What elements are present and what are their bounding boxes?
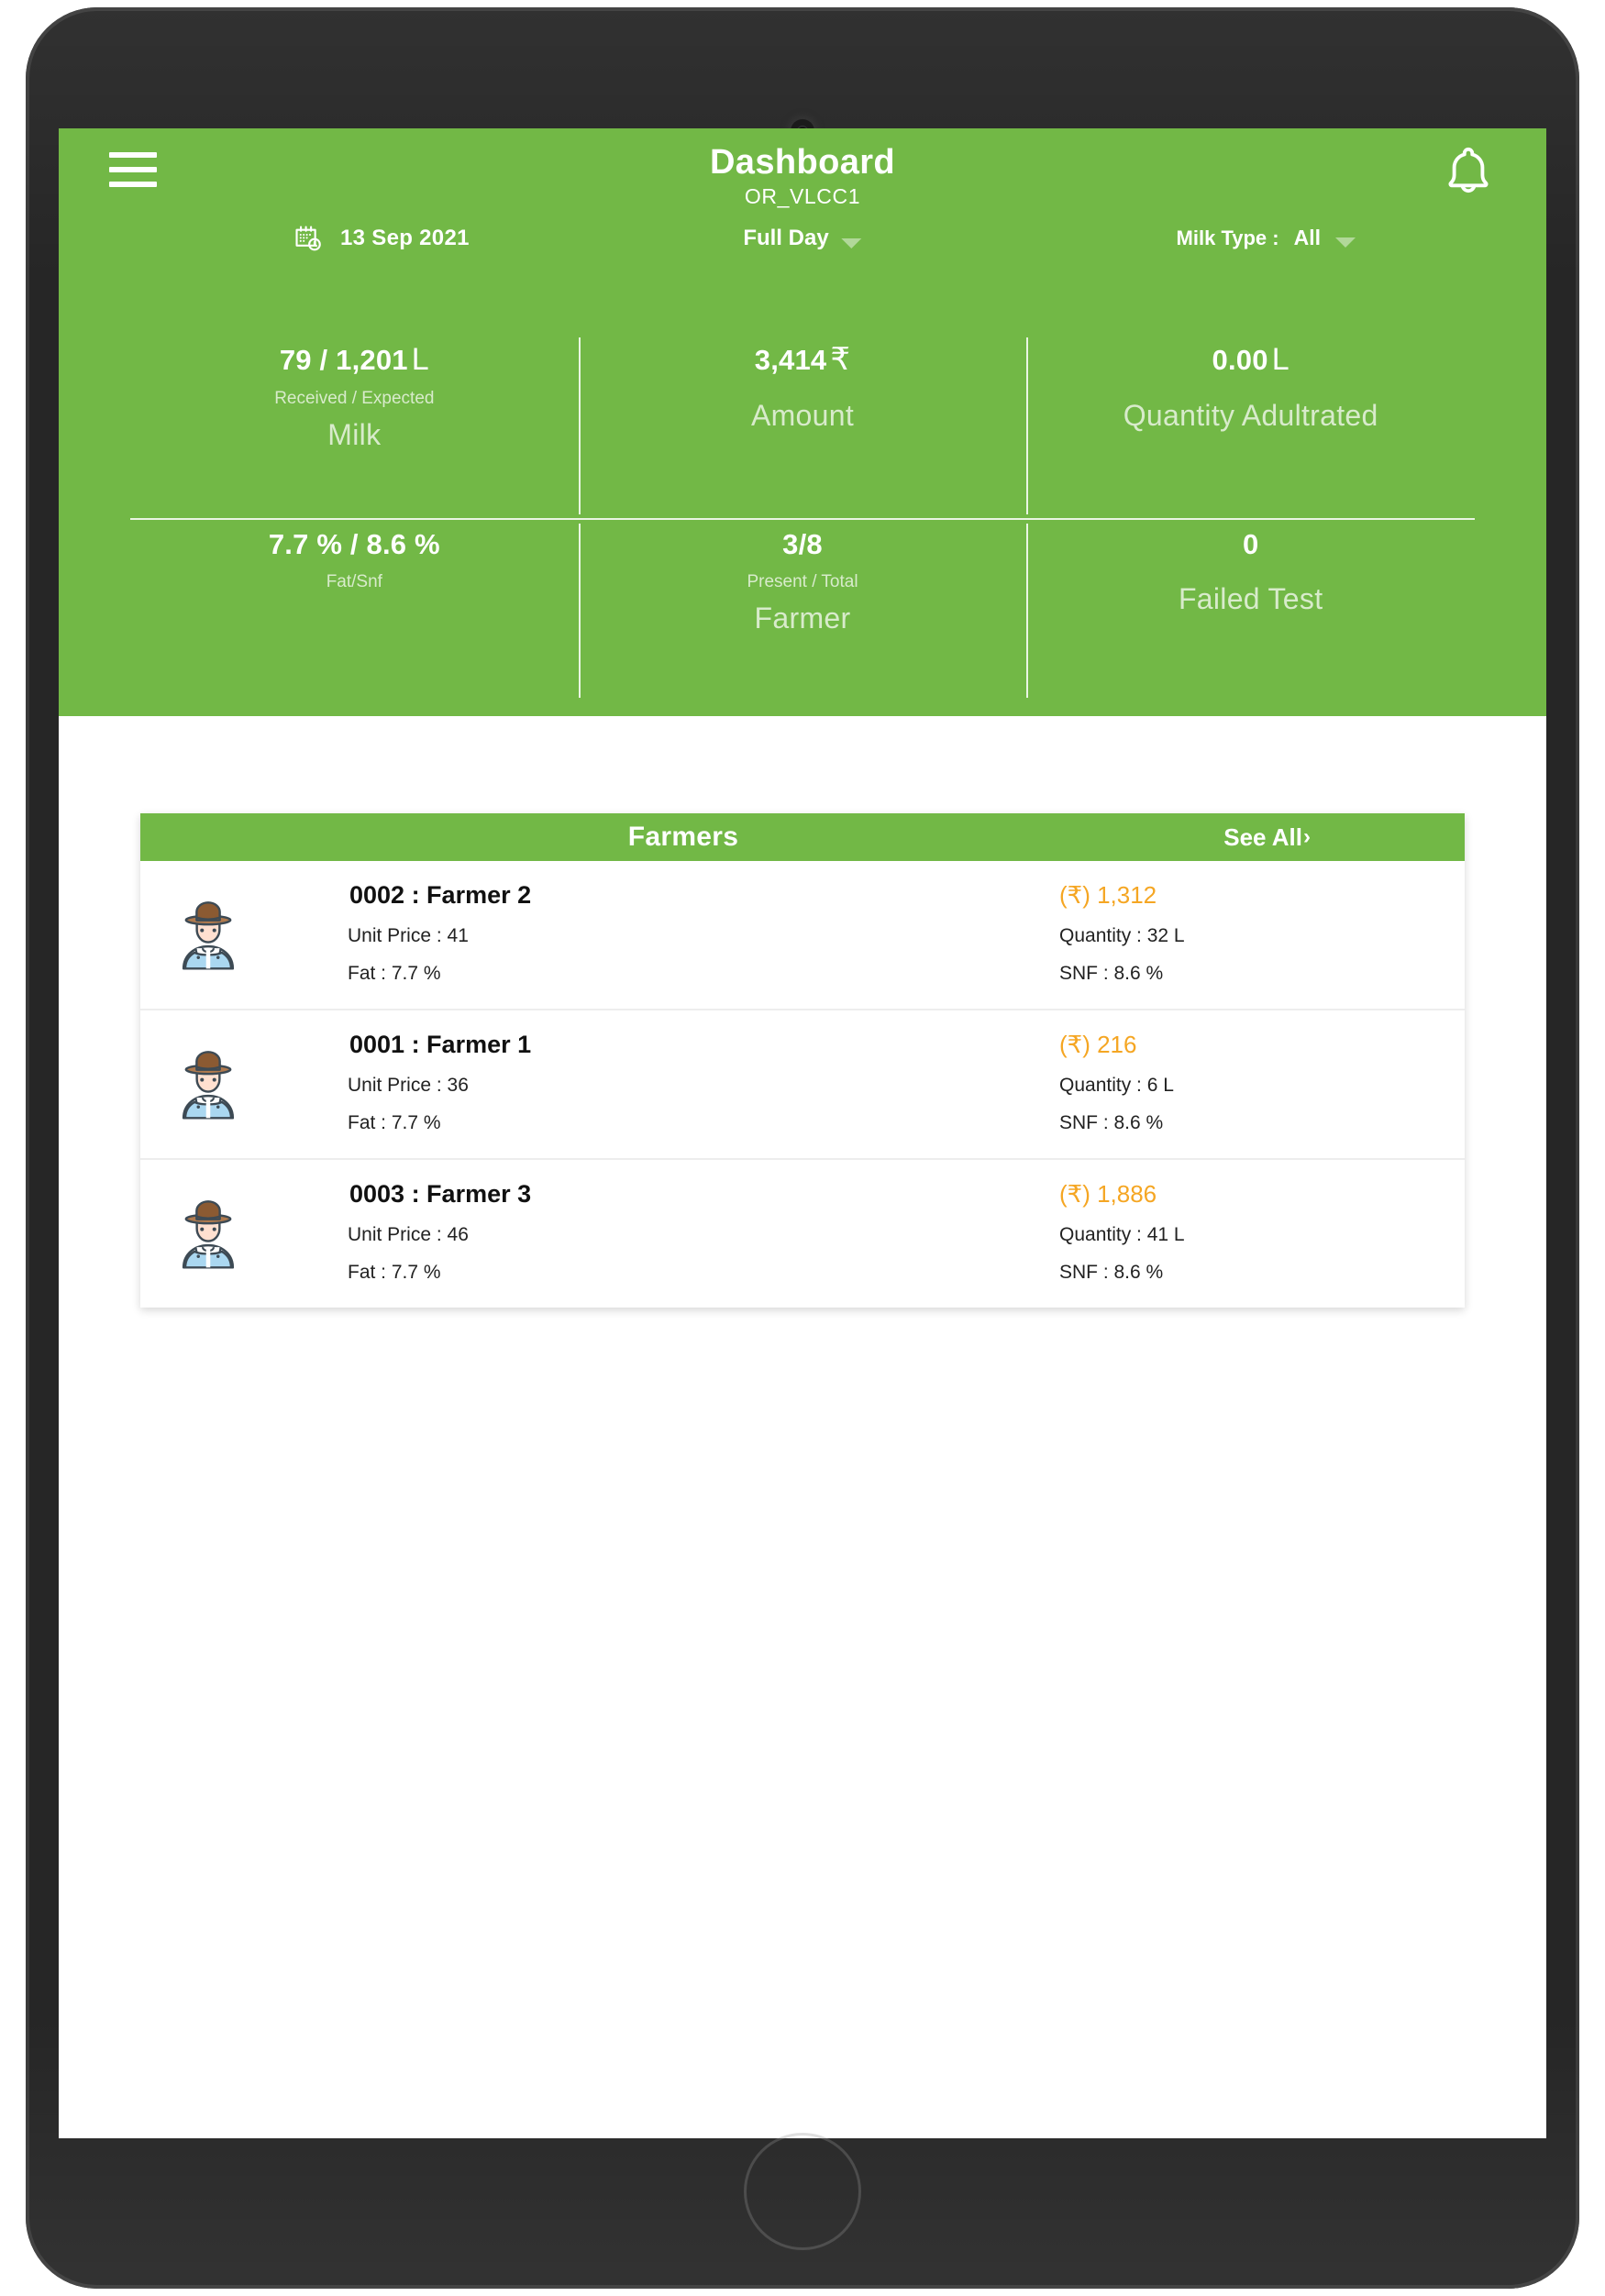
milk-type-filter-dropdown[interactable]: Milk Type : All <box>1177 226 1356 250</box>
see-all-label: See All <box>1223 822 1302 851</box>
farmer-name: 0002 : Farmer 2 <box>349 881 532 909</box>
stat-farmer-value: 3/8 <box>782 527 823 560</box>
farmer-avatar-icon <box>140 1180 258 1270</box>
chevron-down-icon <box>841 237 862 248</box>
farmer-price-quantity-line: Unit Price : 46 Quantity : 41 L <box>258 1224 1454 1246</box>
farmer-fat: Fat : 7.7 % <box>348 1262 441 1283</box>
farmers-card-title: Farmers <box>627 822 739 852</box>
farmer-snf: SNF : 8.6 % <box>1059 1262 1164 1283</box>
page-subtitle: OR_VLCC1 <box>744 183 861 208</box>
stat-fat-snf-sub: Fat/Snf <box>326 571 382 591</box>
stat-amount-value: 3,414 ₹ <box>579 342 1027 377</box>
stat-adultrated-name: Quantity Adultrated <box>1123 399 1378 433</box>
farmer-topline: 0002 : Farmer 2 (₹) 1,312 <box>258 881 1454 910</box>
stat-fat-snf[interactable]: 7.7 % / 8.6 % Fat/Snf <box>130 520 579 702</box>
stat-milk-value: 79 / 1,201 L <box>130 342 579 377</box>
stat-failed-test-name: Failed Test <box>1178 581 1323 615</box>
stat-quantity-adultrated[interactable]: 0.00 L Quantity Adultrated <box>1026 334 1475 518</box>
milk-type-value: All <box>1293 226 1321 249</box>
calendar-clock-icon <box>295 226 321 251</box>
farmer-fat: Fat : 7.7 % <box>348 1112 441 1133</box>
notification-bell-icon[interactable] <box>1438 141 1499 202</box>
top-bar: Dashboard OR_VLCC1 <box>59 128 1546 213</box>
farmer-snf: SNF : 8.6 % <box>1059 963 1164 984</box>
farmers-list: 0002 : Farmer 2 (₹) 1,312 Unit Price : 4… <box>140 861 1465 1308</box>
farmer-name: 0001 : Farmer 1 <box>349 1031 532 1058</box>
stat-amount-number: 3,414 <box>754 344 827 376</box>
stat-adultrated-number: 0.00 <box>1212 344 1268 376</box>
farmer-snf: SNF : 8.6 % <box>1059 1112 1164 1133</box>
stat-milk-number: 79 / 1,201 <box>279 344 408 376</box>
farmer-details: 0001 : Farmer 1 (₹) 216 Unit Price : 36 … <box>258 1031 1465 1134</box>
stat-farmer[interactable]: 3/8 Present / Total Farmer <box>578 520 1027 702</box>
stats-row-2: 7.7 % / 8.6 % Fat/Snf 3/8 Present / Tota… <box>130 517 1475 702</box>
farmer-topline: 0003 : Farmer 3 (₹) 1,886 <box>258 1180 1454 1209</box>
stats-grid: 79 / 1,201 L Received / Expected Milk 3,4… <box>130 334 1475 701</box>
stat-milk-name: Milk <box>327 418 382 452</box>
table-row[interactable]: 0002 : Farmer 2 (₹) 1,312 Unit Price : 4… <box>140 861 1465 1010</box>
chevron-down-icon <box>1335 237 1356 248</box>
farmer-fat-snf-line: Fat : 7.7 % SNF : 8.6 % <box>258 963 1454 985</box>
farmer-amount: (₹) 216 <box>1059 1031 1137 1058</box>
rupee-icon: ₹ <box>830 342 851 377</box>
stat-adultrated-value: 0.00 L <box>1026 342 1475 377</box>
bell-glyph <box>1448 147 1489 193</box>
farmer-name: 0003 : Farmer 3 <box>349 1180 532 1208</box>
milk-type-label: Milk Type : <box>1176 226 1279 249</box>
farmer-topline: 0001 : Farmer 1 (₹) 216 <box>258 1031 1454 1059</box>
filter-row: 13 Sep 2021 Full Day Milk Type : All <box>59 213 1546 281</box>
farmer-details: 0003 : Farmer 3 (₹) 1,886 Unit Price : 4… <box>258 1180 1465 1284</box>
farmer-unit-price: Unit Price : 46 <box>348 1224 469 1245</box>
farmer-avatar-glyph <box>182 1051 235 1120</box>
header-titles: Dashboard OR_VLCC1 <box>59 143 1546 209</box>
farmer-fat: Fat : 7.7 % <box>348 963 441 984</box>
home-button-icon[interactable] <box>744 2133 861 2250</box>
farmer-unit-price: Unit Price : 36 <box>348 1075 469 1096</box>
farmer-unit-price: Unit Price : 41 <box>348 925 469 946</box>
app-header: Dashboard OR_VLCC1 13 Sep 2021 Full Day … <box>59 128 1546 716</box>
stat-farmer-sub: Present / Total <box>747 571 858 591</box>
farmer-fat-snf-line: Fat : 7.7 % SNF : 8.6 % <box>258 1112 1454 1134</box>
farmers-card-header: Farmers See All › <box>140 813 1465 861</box>
shift-filter-dropdown[interactable]: Full Day <box>743 226 862 251</box>
farmer-avatar-glyph <box>182 901 235 970</box>
farmer-quantity: Quantity : 6 L <box>1059 1075 1174 1096</box>
date-filter-label: 13 Sep 2021 <box>340 226 470 250</box>
see-all-button[interactable]: See All › <box>1223 823 1311 852</box>
farmer-amount: (₹) 1,312 <box>1059 881 1157 909</box>
farmer-quantity: Quantity : 32 L <box>1059 925 1185 946</box>
tablet-device-frame: Dashboard OR_VLCC1 13 Sep 2021 Full Day … <box>26 7 1579 2289</box>
farmer-avatar-glyph <box>182 1200 235 1269</box>
shift-filter-value: Full Day <box>743 226 829 250</box>
stat-farmer-name: Farmer <box>754 601 851 635</box>
farmer-price-quantity-line: Unit Price : 41 Quantity : 32 L <box>258 925 1454 947</box>
stat-milk-unit: L <box>411 342 429 377</box>
stat-failed-test[interactable]: 0 Failed Test <box>1026 520 1475 702</box>
stat-amount[interactable]: 3,414 ₹ Amount <box>578 334 1027 518</box>
stat-fat-snf-value: 7.7 % / 8.6 % <box>268 527 440 560</box>
tablet-screen: Dashboard OR_VLCC1 13 Sep 2021 Full Day … <box>59 128 1546 2138</box>
chevron-right-icon: › <box>1303 824 1311 849</box>
table-row[interactable]: 0003 : Farmer 3 (₹) 1,886 Unit Price : 4… <box>140 1160 1465 1308</box>
farmer-quantity: Quantity : 41 L <box>1059 1224 1185 1245</box>
stat-failed-test-value: 0 <box>1242 527 1259 560</box>
farmer-avatar-icon <box>140 881 258 971</box>
farmer-details: 0002 : Farmer 2 (₹) 1,312 Unit Price : 4… <box>258 881 1465 985</box>
stat-amount-name: Amount <box>750 399 855 433</box>
table-row[interactable]: 0001 : Farmer 1 (₹) 216 Unit Price : 36 … <box>140 1010 1465 1160</box>
stat-milk-sub: Received / Expected <box>274 389 435 409</box>
stat-adultrated-unit: L <box>1271 342 1290 377</box>
stat-milk[interactable]: 79 / 1,201 L Received / Expected Milk <box>130 334 579 518</box>
farmer-amount: (₹) 1,886 <box>1059 1180 1157 1208</box>
farmer-avatar-icon <box>140 1031 258 1120</box>
page-title: Dashboard <box>709 143 896 182</box>
farmer-fat-snf-line: Fat : 7.7 % SNF : 8.6 % <box>258 1262 1454 1284</box>
farmers-card: Farmers See All › 0002: Farmer 2 (₹) 1,… <box>140 813 1465 1308</box>
date-filter[interactable]: 13 Sep 2021 <box>293 222 470 255</box>
stats-row-1: 79 / 1,201 L Received / Expected Milk 3,4… <box>130 334 1475 518</box>
farmer-price-quantity-line: Unit Price : 36 Quantity : 6 L <box>258 1075 1454 1097</box>
